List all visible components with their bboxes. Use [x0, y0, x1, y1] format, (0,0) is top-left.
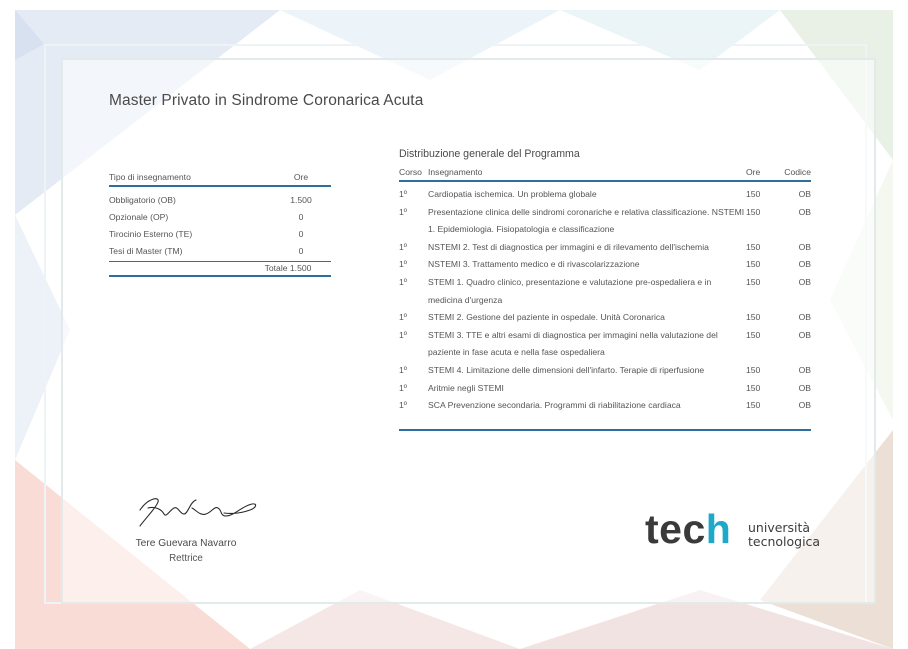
program-row-hours: 150: [746, 400, 761, 411]
summary-row-hours: 0: [298, 212, 304, 222]
program-row-course: 1º: [399, 400, 407, 411]
program-row-course: 1º: [399, 382, 407, 393]
program-row: 1º SCA Prevenzione secondaria. Programmi…: [399, 397, 811, 415]
summary-total-row: Totale 1.500: [109, 261, 331, 277]
summary-row-type: Obbligatorio (OB): [109, 195, 176, 205]
summary-total: Totale 1.500: [264, 263, 312, 273]
summary-header-hours: Ore: [293, 172, 309, 182]
program-header-subject: Insegnamento: [428, 167, 483, 177]
program-row-code: OB: [798, 241, 811, 252]
summary-table: Tipo di insegnamento Ore Obbligatorio (O…: [109, 172, 331, 277]
program-row-hours: 150: [746, 259, 761, 270]
summary-row: Tirocinio Esterno (TE) 0: [109, 226, 331, 243]
summary-row-type: Opzionale (OP): [109, 212, 169, 222]
program-row-subject: Cardiopatia ischemica. Un problema globa…: [428, 189, 597, 199]
program-row-code: OB: [798, 259, 811, 270]
signature-image: [139, 498, 257, 527]
signatory-name: Tere Guevara Navarro: [135, 538, 237, 549]
program-row-code: OB: [798, 312, 811, 323]
program-row-hours: 150: [746, 312, 761, 323]
program-row: 1º Presentazione clinica delle sindromi …: [399, 204, 811, 239]
program-row-subject: STEMI 4. Limitazione delle dimensioni de…: [428, 364, 705, 375]
program-row-course: 1º: [399, 241, 407, 252]
logo-word-accent: h: [705, 506, 732, 552]
program-table-bottom-rule: [399, 428, 811, 431]
program-row-code: OB: [798, 206, 811, 217]
program-row-hours: 150: [746, 189, 761, 199]
program-table-caption: Distribuzione generale del Programma: [399, 148, 580, 160]
logo-word-main: tec: [645, 506, 706, 552]
program-row-course: 1º: [399, 259, 407, 270]
program-row-subject: STEMI 3. TTE e altri esami di diagnostic…: [428, 329, 718, 358]
program-header-hours: Ore: [746, 167, 761, 177]
program-row-course: 1º: [399, 276, 407, 287]
program-row-subject: NSTEMI 3. Trattamento medico e di rivasc…: [428, 259, 640, 270]
program-row-course: 1º: [399, 364, 407, 375]
program-header-course: Corso: [399, 167, 422, 177]
program-row-code: OB: [798, 364, 811, 375]
program-row: 1º STEMI 3. TTE e altri esami di diagnos…: [399, 327, 811, 362]
program-row-code: OB: [798, 276, 811, 287]
program-row-course: 1º: [399, 312, 407, 323]
program-row-hours: 150: [746, 382, 761, 393]
program-row-code: OB: [798, 189, 811, 199]
program-row-subject: STEMI 2. Gestione del paziente in ospeda…: [428, 312, 665, 323]
program-row-hours: 150: [746, 276, 761, 287]
program-row-subject: NSTEMI 2. Test di diagnostica per immagi…: [428, 241, 709, 252]
program-row-hours: 150: [746, 206, 761, 217]
logo-line2: tecnologica: [748, 534, 821, 549]
summary-header-type: Tipo di insegnamento: [109, 172, 191, 182]
logo-line1: università: [748, 520, 811, 535]
program-table: Distribuzione generale del Programma Cor…: [399, 148, 811, 431]
program-row: 1º Aritmie negli STEMI 150 OB: [399, 380, 811, 398]
program-row: 1º NSTEMI 3. Trattamento medico e di riv…: [399, 256, 811, 274]
program-row-code: OB: [798, 400, 811, 411]
program-row-subject: Presentazione clinica delle sindromi cor…: [428, 206, 745, 235]
program-row-code: OB: [798, 382, 811, 393]
document-title: Master Privato in Sindrome Coronarica Ac…: [109, 92, 424, 109]
program-row-course: 1º: [399, 206, 407, 217]
program-row-hours: 150: [746, 329, 761, 340]
summary-table-header: Tipo di insegnamento Ore: [109, 172, 331, 187]
summary-row-type: Tirocinio Esterno (TE): [109, 229, 193, 239]
program-table-header: Corso Insegnamento Ore Codice: [399, 167, 811, 182]
program-row-hours: 150: [746, 241, 761, 252]
program-row: 1º NSTEMI 2. Test di diagnostica per imm…: [399, 239, 811, 257]
program-row-course: 1º: [399, 329, 407, 340]
program-row: 1º STEMI 4. Limitazione delle dimensioni…: [399, 362, 811, 380]
summary-row: Obbligatorio (OB) 1.500: [109, 192, 331, 209]
program-row-hours: 150: [746, 364, 761, 375]
summary-row: Tesi di Master (TM) 0: [109, 243, 331, 260]
logo-wordmark: tech: [645, 505, 731, 553]
certificate-page: Master Privato in Sindrome Coronarica Ac…: [0, 0, 908, 649]
program-row-code: OB: [798, 329, 811, 340]
summary-row-hours: 1.500: [290, 195, 312, 205]
program-row-subject: Aritmie negli STEMI: [428, 382, 504, 393]
summary-row-hours: 0: [298, 246, 304, 256]
signatory-role: Rettrice: [169, 553, 203, 564]
program-row: 1º STEMI 2. Gestione del paziente in osp…: [399, 309, 811, 327]
program-row-subject: SCA Prevenzione secondaria. Programmi di…: [428, 400, 681, 411]
program-row-subject: STEMI 1. Quadro clinico, presentazione e…: [428, 276, 712, 305]
program-row: 1º Cardiopatia ischemica. Un problema gl…: [399, 186, 811, 204]
summary-row: Opzionale (OP) 0: [109, 209, 331, 226]
program-row: 1º STEMI 1. Quadro clinico, presentazion…: [399, 274, 811, 309]
summary-row-hours: 0: [298, 229, 304, 239]
summary-row-type: Tesi di Master (TM): [109, 246, 183, 256]
program-header-code: Codice: [784, 167, 811, 177]
program-row-course: 1º: [399, 189, 407, 199]
